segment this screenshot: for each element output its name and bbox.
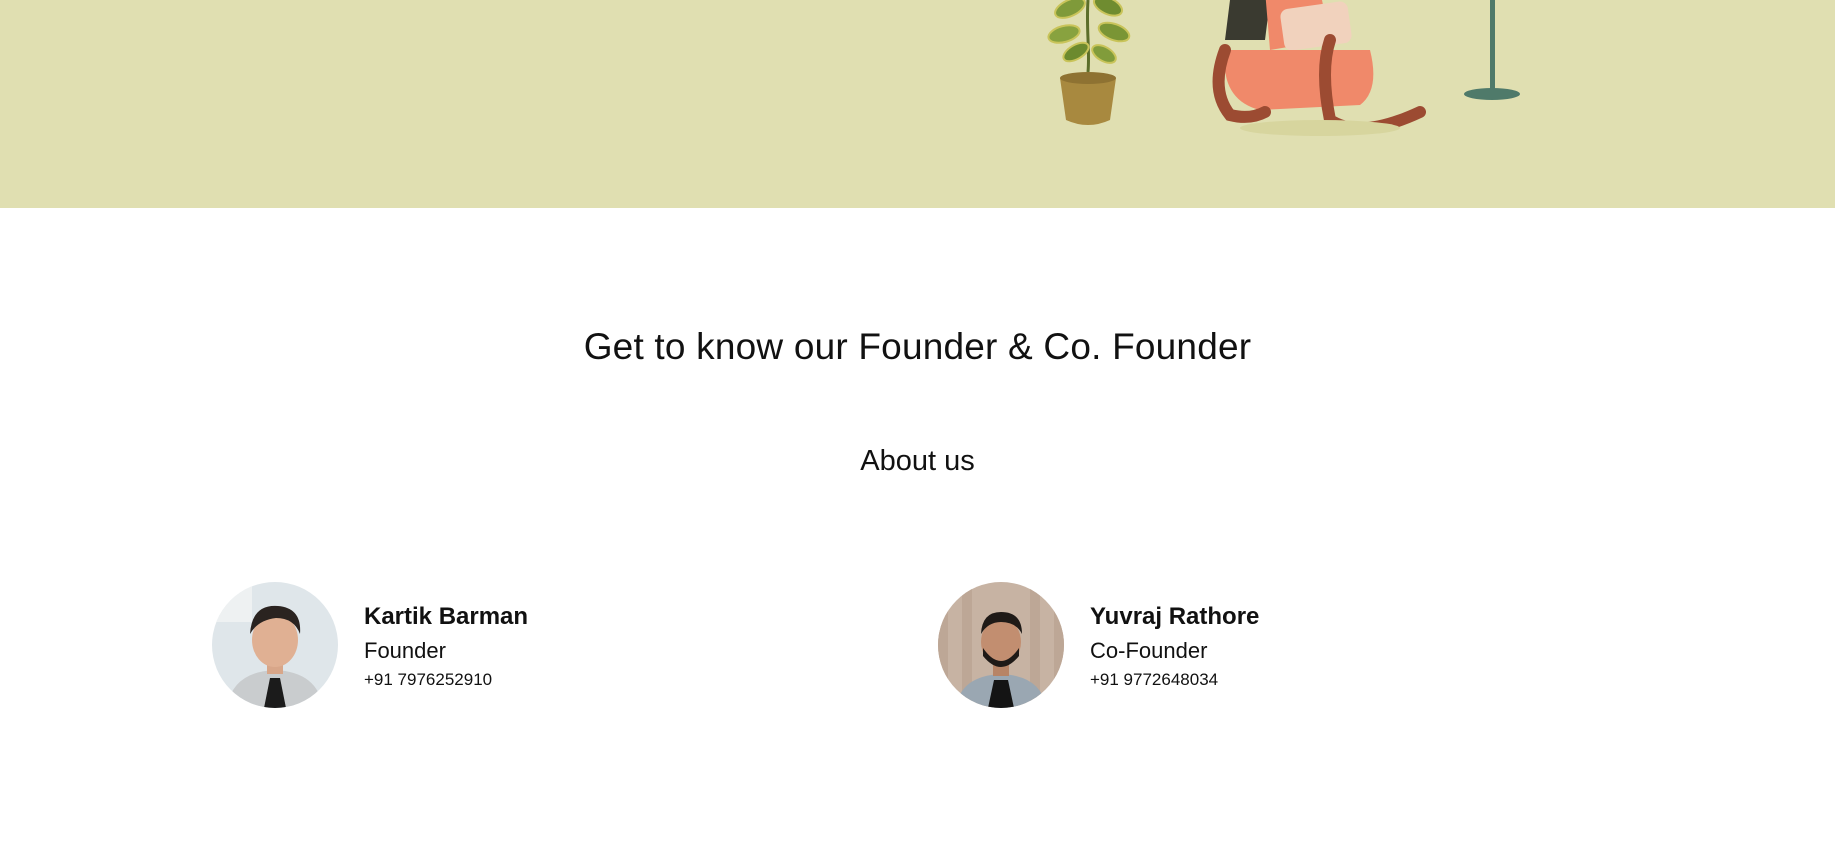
founder-avatar — [212, 582, 338, 708]
potted-plant-icon — [1047, 0, 1131, 125]
armchair-icon — [1212, 0, 1426, 136]
member-role: Co-Founder — [1090, 638, 1208, 663]
about-section: Get to know our Founder & Co. Founder Ab… — [0, 208, 1835, 851]
member-info: Kartik Barman Founder +91 7976252910 — [364, 602, 764, 692]
floor-lamp-icon — [1464, 0, 1520, 100]
hero-illustration — [1047, 0, 1520, 136]
member-role: Founder — [364, 638, 446, 663]
member-phone[interactable]: +91 7976252910 — [364, 668, 764, 692]
section-subtitle: About us — [860, 445, 975, 477]
member-name: Kartik Barman — [364, 603, 529, 630]
member-info: Yuvraj Rathore Co-Founder +91 9772648034 — [1090, 602, 1490, 692]
member-name: Yuvraj Rathore — [1090, 603, 1260, 630]
section-title: Get to know our Founder & Co. Founder — [583, 326, 1252, 367]
co-founder-avatar — [938, 582, 1064, 708]
member-phone[interactable]: +91 9772648034 — [1090, 668, 1490, 692]
hero-banner — [0, 0, 1835, 208]
